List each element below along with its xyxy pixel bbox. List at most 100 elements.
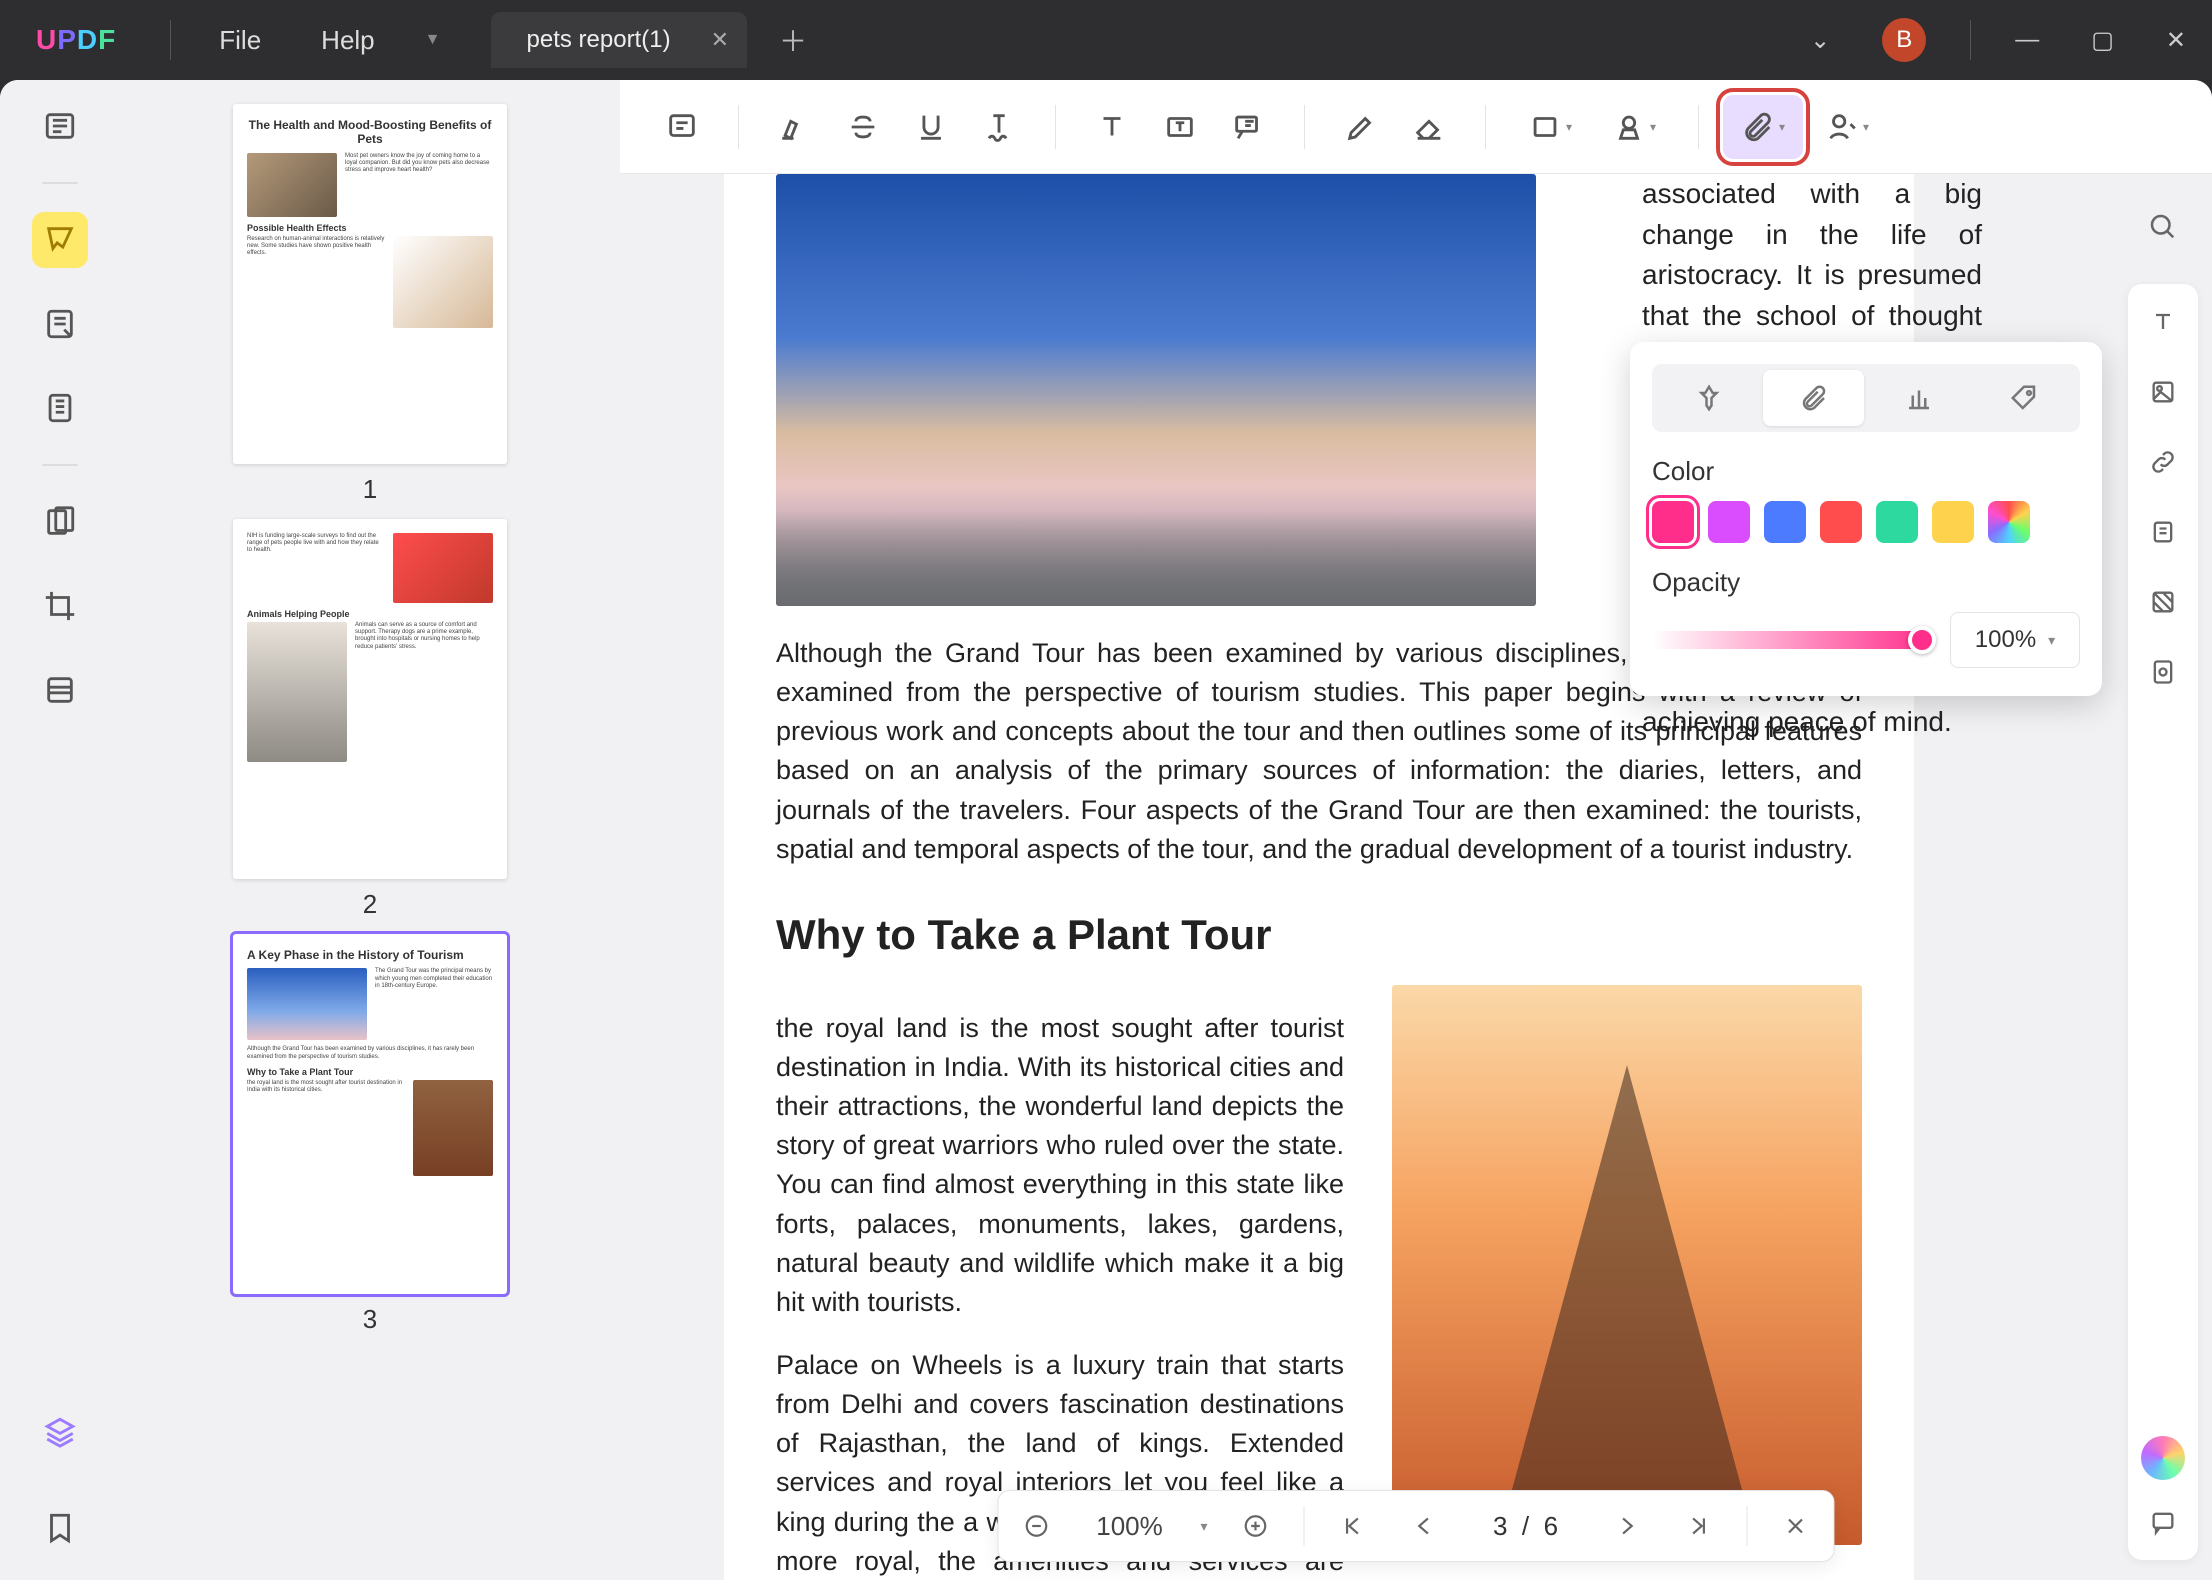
thumb1-title: The Health and Mood-Boosting Benefits of… xyxy=(247,118,493,147)
heading-plant-tour: Why to Take a Plant Tour xyxy=(776,911,1862,959)
window-close-icon[interactable]: ✕ xyxy=(2140,26,2212,55)
left-rail xyxy=(0,80,120,1580)
menu-help[interactable]: Help xyxy=(291,25,404,56)
bookmark-icon[interactable] xyxy=(32,1500,88,1556)
ai-assistant-icon[interactable] xyxy=(2141,1436,2185,1480)
page-tools-icon[interactable] xyxy=(32,494,88,550)
close-tab-icon[interactable]: ✕ xyxy=(711,27,729,53)
popover-tabs xyxy=(1652,364,2080,432)
stamp-tool-icon[interactable]: ▾ xyxy=(1594,95,1674,159)
textbox-tool-icon[interactable] xyxy=(1148,95,1212,159)
tab-graph-icon[interactable] xyxy=(1868,370,1969,426)
comment-tool-icon[interactable] xyxy=(32,212,88,268)
color-label: Color xyxy=(1652,456,2080,487)
zoom-value[interactable]: 100% xyxy=(1084,1511,1174,1542)
first-page-button[interactable] xyxy=(1331,1504,1375,1548)
background-panel-icon[interactable] xyxy=(2143,582,2183,622)
page-indicator[interactable]: 3 / 6 xyxy=(1471,1511,1581,1542)
note-tool-icon[interactable] xyxy=(650,95,714,159)
color-swatch-custom[interactable] xyxy=(1988,501,2030,543)
layers-icon[interactable] xyxy=(32,1404,88,1460)
squiggly-tool-icon[interactable] xyxy=(967,95,1031,159)
menu-caret[interactable]: ▼ xyxy=(405,31,461,49)
color-swatch-6[interactable] xyxy=(1932,501,1974,543)
watermark-panel-icon[interactable] xyxy=(2143,512,2183,552)
highlight-tool-icon[interactable] xyxy=(763,95,827,159)
color-swatches xyxy=(1652,501,2080,543)
hero-image xyxy=(776,174,1536,606)
tab-pushpin-icon[interactable] xyxy=(1658,370,1759,426)
rail-sep xyxy=(42,464,78,466)
divider xyxy=(1970,20,1971,60)
chevron-down-icon[interactable]: ⌄ xyxy=(1784,26,1856,55)
edit-tool-icon[interactable] xyxy=(32,296,88,352)
app-logo: UPDF xyxy=(0,24,152,56)
opacity-value-dropdown[interactable]: 100%▾ xyxy=(1950,612,2080,668)
thumbnail-page-3[interactable]: A Key Phase in the History of Tourism Th… xyxy=(233,934,507,1294)
image-panel-icon[interactable] xyxy=(2143,372,2183,412)
user-avatar[interactable]: B xyxy=(1882,18,1926,62)
crop-tool-icon[interactable] xyxy=(32,578,88,634)
next-page-button[interactable] xyxy=(1607,1504,1651,1548)
opacity-label: Opacity xyxy=(1652,567,2080,598)
color-swatch-5[interactable] xyxy=(1876,501,1918,543)
underline-tool-icon[interactable] xyxy=(899,95,963,159)
organize-pages-icon[interactable] xyxy=(32,380,88,436)
color-swatch-2[interactable] xyxy=(1708,501,1750,543)
color-swatch-3[interactable] xyxy=(1764,501,1806,543)
page-controls: 100% ▾ 3 / 6 xyxy=(997,1490,1834,1562)
eiffel-image xyxy=(1392,985,1862,1545)
zoom-out-button[interactable] xyxy=(1014,1504,1058,1548)
tab-title: pets report(1) xyxy=(527,26,671,54)
rail-sep xyxy=(42,182,78,184)
text-panel-icon[interactable] xyxy=(2143,302,2183,342)
zoom-in-button[interactable] xyxy=(1234,1504,1278,1548)
thumb3-title: A Key Phase in the History of Tourism xyxy=(247,948,493,962)
redact-tool-icon[interactable] xyxy=(32,662,88,718)
document-viewport[interactable]: associated with a big change in the life… xyxy=(620,174,2212,1580)
thumb3-sub: Why to Take a Plant Tour xyxy=(247,1067,493,1077)
window-minimize-icon[interactable]: — xyxy=(1989,26,2065,54)
add-tab-button[interactable]: ＋ xyxy=(779,20,807,60)
thumbnail-page-1[interactable]: The Health and Mood-Boosting Benefits of… xyxy=(233,104,507,464)
thumbnail-panel: The Health and Mood-Boosting Benefits of… xyxy=(120,80,620,1580)
right-rail xyxy=(2128,284,2198,1560)
last-page-button[interactable] xyxy=(1677,1504,1721,1548)
zoom-caret-icon[interactable]: ▾ xyxy=(1200,1518,1207,1535)
annotation-toolbar: ▾ ▾ ▾ ▾ xyxy=(620,80,2212,174)
search-icon[interactable] xyxy=(2138,202,2186,250)
strikethrough-tool-icon[interactable] xyxy=(831,95,895,159)
document-tab[interactable]: pets report(1) ✕ xyxy=(491,12,748,68)
divider xyxy=(170,20,171,60)
text-tool-icon[interactable] xyxy=(1080,95,1144,159)
thumb2-sub: Animals Helping People xyxy=(247,609,493,619)
callout-tool-icon[interactable] xyxy=(1216,95,1280,159)
signature-tool-icon[interactable]: ▾ xyxy=(1807,95,1887,159)
slider-knob[interactable] xyxy=(1908,626,1936,654)
attachment-options-popover: Color Opacity 100%▾ xyxy=(1630,342,2102,696)
menu-file[interactable]: File xyxy=(189,25,291,56)
pencil-tool-icon[interactable] xyxy=(1329,95,1393,159)
color-swatch-4[interactable] xyxy=(1820,501,1862,543)
tab-tag-icon[interactable] xyxy=(1973,370,2074,426)
chat-panel-icon[interactable] xyxy=(2143,1502,2183,1542)
header-footer-panel-icon[interactable] xyxy=(2143,652,2183,692)
color-swatch-1[interactable] xyxy=(1652,501,1694,543)
titlebar: UPDF File Help ▼ pets report(1) ✕ ＋ ⌄ B … xyxy=(0,0,2212,80)
thumb2-number: 2 xyxy=(363,889,377,920)
prev-page-button[interactable] xyxy=(1401,1504,1445,1548)
opacity-slider[interactable] xyxy=(1652,631,1932,649)
tab-paperclip-icon[interactable] xyxy=(1763,370,1864,426)
link-panel-icon[interactable] xyxy=(2143,442,2183,482)
paragraph-2: the royal land is the most sought after … xyxy=(776,1009,1344,1322)
reader-mode-icon[interactable] xyxy=(32,98,88,154)
close-controls-button[interactable] xyxy=(1774,1504,1818,1548)
shape-rectangle-icon[interactable]: ▾ xyxy=(1510,95,1590,159)
thumb3-number: 3 xyxy=(363,1304,377,1335)
thumb1-number: 1 xyxy=(363,474,377,505)
thumbnail-page-2[interactable]: NIH is funding large-scale surveys to fi… xyxy=(233,519,507,879)
window-maximize-icon[interactable]: ▢ xyxy=(2065,26,2140,55)
thumb1-sub: Possible Health Effects xyxy=(247,223,493,233)
eraser-tool-icon[interactable] xyxy=(1397,95,1461,159)
attachment-tool-icon[interactable]: ▾ xyxy=(1723,95,1803,159)
